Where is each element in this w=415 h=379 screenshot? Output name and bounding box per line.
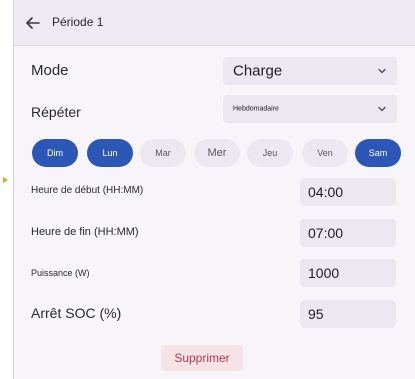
mode-select[interactable]: Charge: [223, 57, 397, 85]
day-pill-mer[interactable]: Mer: [194, 139, 240, 167]
repeat-value: Hebdomadaire: [233, 105, 279, 113]
repeat-select[interactable]: Hebdomadaire: [223, 95, 397, 123]
day-pill-jeu[interactable]: Jeu: [247, 139, 293, 167]
power-value: 1000: [308, 265, 340, 281]
day-pill-ven[interactable]: Ven: [302, 139, 348, 167]
soc-input[interactable]: 95: [300, 300, 396, 328]
power-input[interactable]: 1000: [300, 259, 396, 287]
day-pill-dim[interactable]: Dim: [32, 139, 78, 167]
back-arrow-icon[interactable]: [24, 14, 42, 32]
end-time-value: 07:00: [308, 225, 344, 241]
side-marker-arrow: [3, 177, 8, 183]
power-label: Puissance (W): [31, 268, 90, 278]
delete-button[interactable]: Supprimer: [161, 345, 243, 371]
day-pill-mar[interactable]: Mar: [140, 139, 186, 167]
mode-label: Mode: [31, 62, 69, 79]
start-time-value: 04:00: [308, 184, 344, 200]
page-title: Période 1: [52, 15, 104, 29]
end-time-input[interactable]: 07:00: [300, 219, 396, 247]
start-time-label: Heure de début (HH:MM): [31, 185, 144, 196]
soc-label: Arrêt SOC (%): [31, 305, 122, 321]
start-time-input[interactable]: 04:00: [300, 178, 396, 206]
end-time-label: Heure de fin (HH:MM): [31, 226, 139, 238]
day-selector: Dim Lun Mar Mer Jeu Ven Sam: [32, 139, 412, 167]
mode-value: Charge: [233, 62, 283, 80]
repeat-label: Répéter: [31, 104, 81, 120]
day-pill-sam[interactable]: Sam: [355, 139, 401, 167]
soc-value: 95: [308, 306, 324, 322]
top-bar: Période 1: [14, 0, 415, 46]
chevron-down-icon: [378, 68, 386, 74]
period-editor-panel: Période 1 Mode Charge Répéter Hebdomadai…: [13, 0, 415, 379]
day-pill-lun[interactable]: Lun: [87, 139, 133, 167]
chevron-down-icon: [378, 106, 386, 112]
